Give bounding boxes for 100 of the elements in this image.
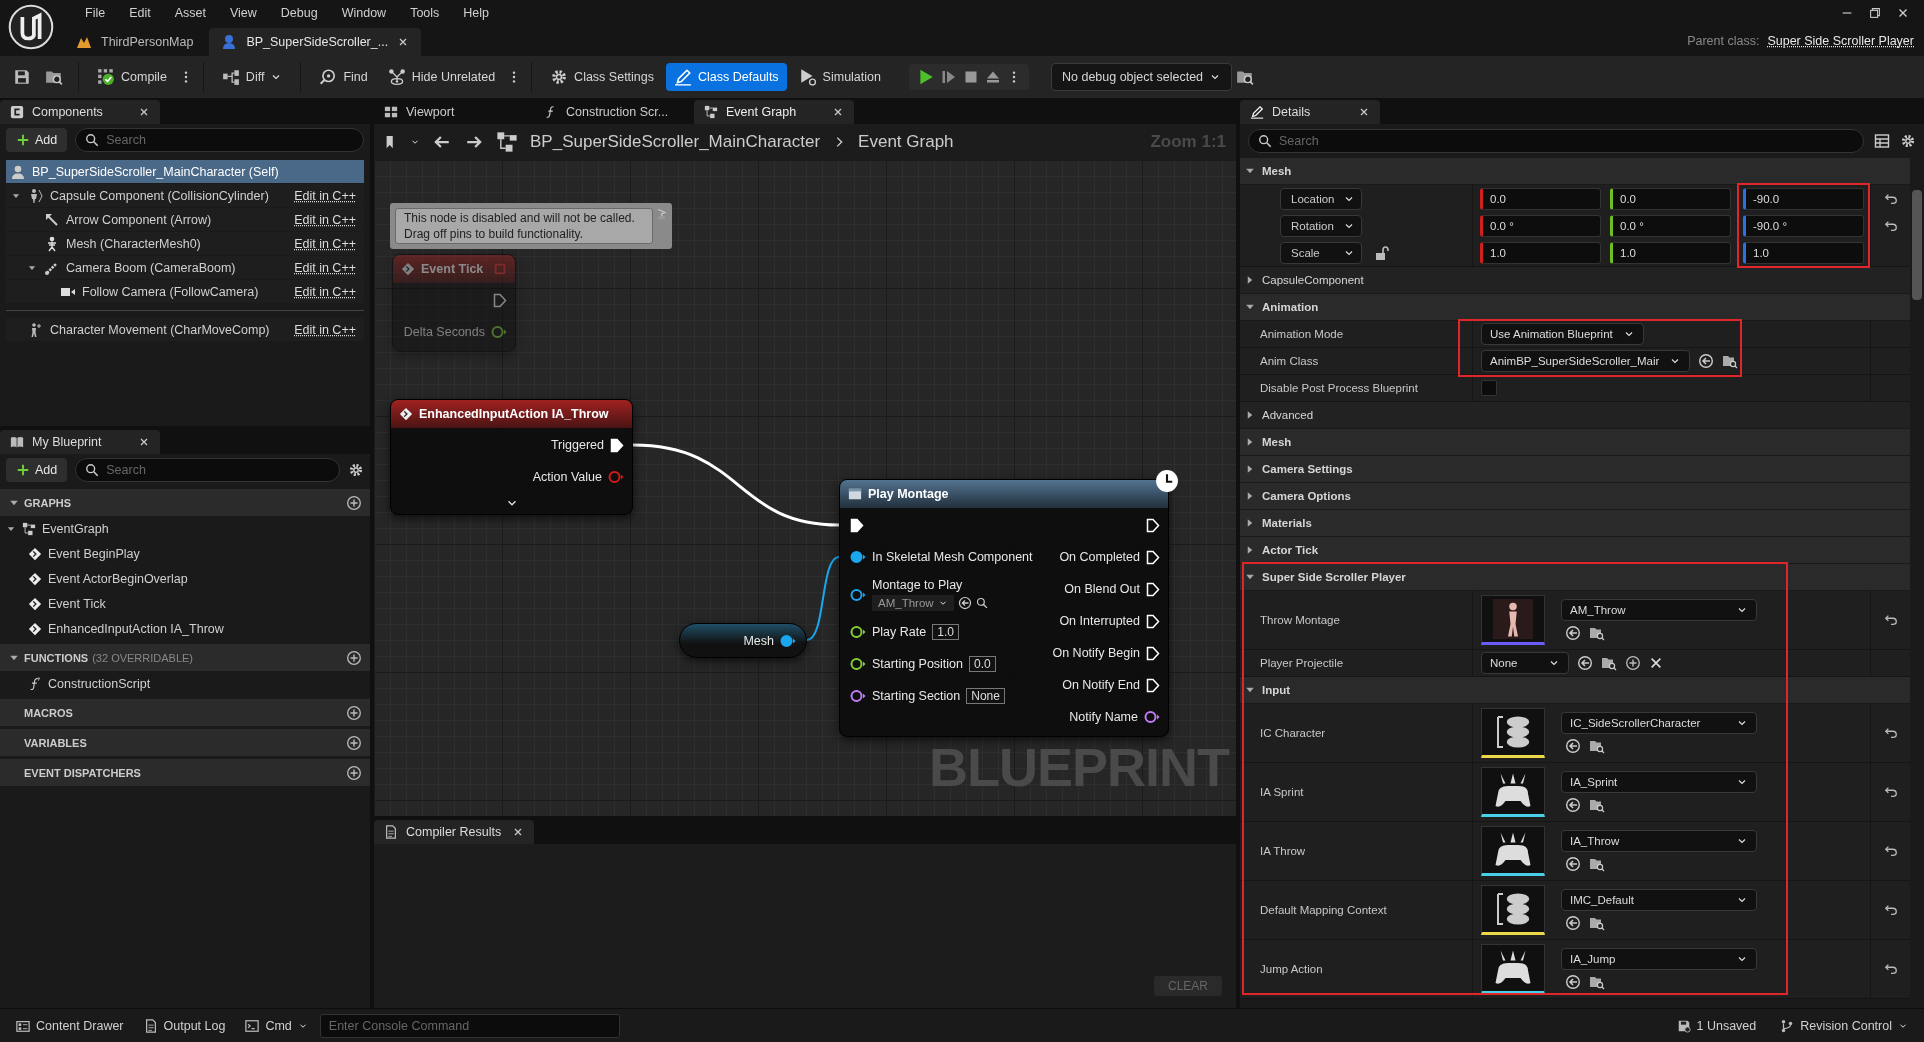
section-header[interactable]: GRAPHS [0, 489, 370, 516]
component-item[interactable]: BP_SuperSideScroller_MainCharacter (Self) [6, 160, 364, 183]
component-item[interactable]: Camera Boom (CameraBoom) Edit in C++ [6, 256, 364, 279]
section-header[interactable]: FUNCTIONS (32 OVERRIDABLE) [0, 644, 370, 671]
use-selected-icon[interactable] [1565, 625, 1581, 641]
pin-value-field[interactable]: 1.0 [932, 624, 959, 640]
edit-link[interactable]: Edit in C++ [294, 236, 356, 251]
close-icon[interactable] [832, 106, 844, 118]
browse-icon[interactable] [1589, 797, 1605, 813]
blueprint-item[interactable]: ConstructionScript [0, 671, 370, 696]
play-icon[interactable] [917, 68, 935, 86]
toolbar-button[interactable]: Simulation [790, 63, 889, 91]
number-field[interactable]: 0.0 [1480, 187, 1601, 210]
component-item[interactable]: Character Movement (CharMoveComp) Edit in C++ [6, 318, 364, 341]
class-dropdown[interactable]: AnimBP_SuperSideScroller_Mair [1481, 350, 1691, 372]
console-field[interactable]: Enter Console Command [319, 1013, 620, 1038]
add-button[interactable]: Add [6, 128, 68, 152]
category-header[interactable]: Actor Tick [1240, 537, 1910, 564]
eject-icon[interactable] [985, 69, 1001, 85]
menu-item[interactable]: Window [330, 4, 398, 22]
graph-tab[interactable]: Construction Scr... [534, 100, 694, 124]
edit-link[interactable]: Edit in C++ [294, 322, 356, 337]
category-header[interactable]: Mesh [1240, 158, 1910, 185]
transform-dropdown[interactable]: Scale [1280, 241, 1362, 264]
document-tab[interactable]: BP_SuperSideScroller_... [209, 28, 422, 56]
toolbar-button[interactable]: Compile [89, 63, 175, 91]
function-node[interactable] [839, 479, 1169, 737]
asset-dropdown[interactable]: AM_Throw [1561, 599, 1757, 621]
use-selected-icon[interactable] [1565, 738, 1581, 754]
graph-tab[interactable]: Event Graph [694, 100, 854, 124]
category-header[interactable]: Mesh [1240, 429, 1910, 456]
number-field[interactable]: 1.0 [1743, 241, 1864, 264]
category-header[interactable]: Camera Settings [1240, 456, 1910, 483]
data-pin[interactable] [850, 657, 866, 671]
add-icon[interactable] [1625, 655, 1641, 671]
number-field[interactable]: 1.0 [1610, 241, 1731, 264]
use-selected-icon[interactable] [1565, 974, 1581, 990]
asset-dropdown[interactable]: IMC_Default [1561, 889, 1757, 911]
exec-pin[interactable] [1146, 549, 1160, 565]
folder-search-icon[interactable] [1236, 68, 1255, 86]
engine-logo[interactable] [8, 4, 54, 50]
settings-icon[interactable] [1900, 133, 1916, 149]
data-pin[interactable] [850, 550, 866, 564]
transform-dropdown[interactable]: Location [1280, 187, 1362, 210]
browse-icon[interactable] [1601, 655, 1617, 671]
table-icon[interactable] [1874, 133, 1890, 149]
search-field[interactable]: Search [1248, 129, 1864, 153]
variable-node[interactable]: Mesh [679, 623, 807, 658]
toolbar-button[interactable]: Class Defaults [666, 63, 787, 91]
section-header[interactable]: MACROS [0, 699, 370, 726]
status-button[interactable]: Cmd [237, 1012, 316, 1039]
use-selected-icon[interactable] [1565, 856, 1581, 872]
component-item[interactable]: Capsule Component (CollisionCylinder) Edit in C++ [6, 184, 364, 207]
reset-icon[interactable] [1883, 613, 1898, 627]
transform-dropdown[interactable]: Rotation [1280, 214, 1362, 237]
add-button[interactable]: Add [6, 458, 68, 482]
exec-pin[interactable] [850, 517, 864, 533]
use-selected-icon[interactable] [1565, 915, 1581, 931]
number-field[interactable]: -90.0 [1743, 187, 1864, 210]
debug-object-dropdown[interactable]: No debug object selected [1051, 63, 1233, 91]
menu-item[interactable]: Debug [269, 4, 329, 22]
panel-tab[interactable]: Components [0, 100, 160, 124]
restore-icon[interactable] [1868, 6, 1882, 20]
breadcrumb-item[interactable]: BP_SuperSideScroller_MainCharacter [530, 132, 821, 152]
section-header[interactable]: EVENT DISPATCHERS [0, 759, 370, 786]
blueprint-item[interactable]: Event ActorBeginOverlap [0, 566, 370, 591]
menu-item[interactable]: Help [452, 4, 501, 22]
reset-icon[interactable] [1883, 962, 1898, 976]
exec-pin[interactable] [1146, 517, 1160, 533]
asset-dropdown[interactable]: IA_Sprint [1561, 771, 1757, 793]
category-header[interactable]: Animation [1240, 294, 1910, 321]
panel-tab[interactable]: My Blueprint [0, 430, 160, 454]
document-tab[interactable]: ThirdPersonMap [64, 28, 206, 56]
component-item[interactable]: Follow Camera (FollowCamera) Edit in C++ [6, 280, 364, 303]
asset-dropdown[interactable]: IC_SideScrollerCharacter [1561, 712, 1757, 734]
toolbar-button[interactable]: Find [311, 63, 376, 91]
asset-dropdown[interactable]: AM_Throw [872, 595, 954, 611]
reset-icon[interactable] [1883, 785, 1898, 799]
close-icon[interactable] [512, 826, 524, 838]
graph-canvas[interactable] [374, 160, 1236, 816]
stop-icon[interactable] [963, 69, 979, 85]
panel-tab[interactable]: Compiler Results [374, 820, 534, 844]
checkbox[interactable] [1481, 380, 1497, 396]
category-header[interactable]: Materials [1240, 510, 1910, 537]
step-icon[interactable] [941, 69, 957, 85]
exec-pin[interactable] [1146, 613, 1160, 629]
asset-dropdown[interactable]: IA_Jump [1561, 948, 1757, 970]
class-dropdown[interactable]: None [1481, 652, 1569, 674]
status-button[interactable]: 1 Unsaved [1668, 1012, 1765, 1039]
menu-item[interactable]: View [218, 4, 268, 22]
panel-tab[interactable]: Details [1240, 100, 1380, 124]
mode-dropdown[interactable]: Use Animation Blueprint [1481, 323, 1644, 345]
reset-icon[interactable] [1883, 903, 1898, 917]
add-icon[interactable] [346, 734, 362, 751]
browse-icon[interactable] [1589, 738, 1605, 754]
blueprint-item[interactable]: Event Tick [0, 591, 370, 616]
clear-icon[interactable] [1649, 656, 1663, 670]
pin-value-field[interactable]: None [966, 688, 1005, 704]
close-icon[interactable] [138, 436, 150, 448]
reset-icon[interactable] [1883, 726, 1898, 740]
